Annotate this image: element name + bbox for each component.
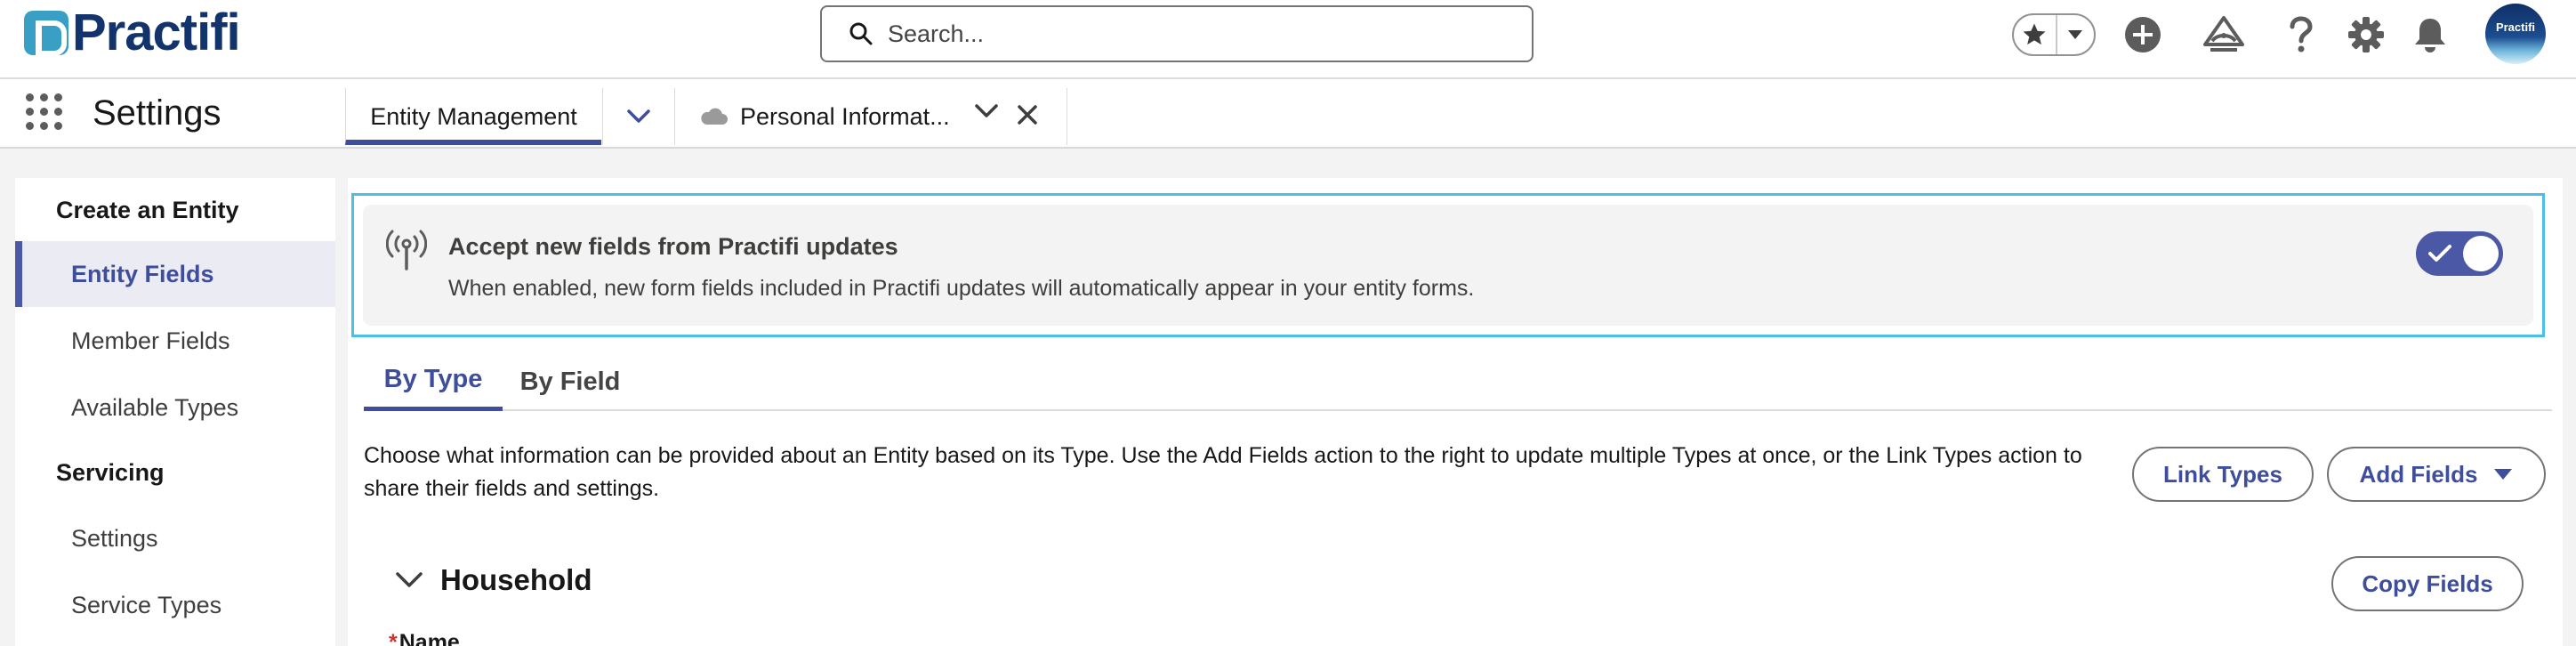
sidebar-item-settings[interactable]: Settings — [15, 505, 335, 571]
favorites-menu-button[interactable] — [2057, 15, 2094, 54]
sidebar-section-create-entity: Create an Entity — [56, 197, 239, 223]
bell-icon — [2415, 19, 2445, 52]
search-icon — [849, 22, 873, 45]
field-label-name: *Name — [389, 630, 460, 646]
help-button[interactable] — [2279, 12, 2323, 57]
update-banner-highlight: Accept new fields from Practifi updates … — [351, 193, 2545, 337]
sidebar-item-entity-fields[interactable]: Entity Fields — [15, 241, 335, 307]
tab-entity-management-menu[interactable] — [602, 88, 675, 145]
button-label: Copy Fields — [2362, 569, 2493, 597]
accept-updates-toggle[interactable] — [2416, 231, 2503, 276]
view-tabs: By Type By Field — [364, 352, 2552, 411]
search-input[interactable] — [888, 20, 1510, 48]
entity-fields-panel: Accept new fields from Practifi updates … — [348, 178, 2563, 646]
sidebar-section-servicing: Servicing — [56, 459, 165, 486]
app-launcher-icon[interactable] — [26, 93, 63, 131]
button-label: Add Fields — [2359, 460, 2478, 488]
tab-by-field[interactable]: By Field — [517, 352, 624, 411]
sidebar-item-label: Member Fields — [71, 327, 230, 354]
app-navigation-bar: Settings Entity Management Personal Info… — [0, 79, 2576, 149]
banner-subtitle: When enabled, new form fields included i… — [448, 276, 1475, 301]
chevron-down-icon — [2068, 30, 2083, 39]
sidebar-item-label: Service Types — [71, 591, 222, 618]
global-header: Practifi Search... Practifi — [0, 0, 2576, 79]
practifi-logo-mark — [24, 11, 68, 56]
settings-sidebar: Create an Entity Entity Fields Member Fi… — [15, 178, 335, 646]
sidebar-item-label: Available Types — [71, 393, 239, 421]
tab-entity-management[interactable]: Entity Management — [345, 88, 601, 145]
checkmark-icon — [2428, 245, 2451, 262]
sidebar-item-label: Entity Fields — [71, 260, 214, 287]
banner-title: Accept new fields from Practifi updates — [448, 233, 898, 260]
global-actions-button[interactable] — [2121, 12, 2165, 57]
star-icon — [2023, 23, 2046, 45]
chevron-down-icon[interactable] — [975, 104, 998, 118]
required-marker: * — [389, 630, 398, 646]
logo-text: Practifi — [72, 4, 241, 61]
favorites-group — [2012, 13, 2096, 56]
close-icon[interactable] — [1018, 105, 1037, 125]
accept-updates-banner: Accept new fields from Practifi updates … — [363, 205, 2533, 326]
cloud-icon — [701, 108, 728, 125]
chevron-down-icon — [627, 109, 650, 123]
tab-personal-information[interactable]: Personal Informat... — [676, 88, 1067, 145]
chevron-down-icon — [396, 572, 423, 587]
practifi-logo[interactable]: Practifi — [24, 4, 241, 61]
field-label-text: Name — [398, 630, 460, 646]
trailhead-icon — [2203, 16, 2244, 52]
help-icon — [2290, 16, 2313, 52]
broadcast-icon — [386, 230, 427, 271]
instructions-text: Choose what information can be provided … — [364, 443, 2082, 501]
global-search[interactable] — [820, 5, 1534, 62]
tab-label: Entity Management — [370, 102, 577, 130]
notifications-button[interactable] — [2408, 12, 2452, 57]
trailhead-button[interactable] — [2202, 12, 2246, 57]
gear-icon — [2348, 17, 2384, 52]
sidebar-item-service-types[interactable]: Service Types — [15, 572, 335, 638]
sidebar-item-available-types[interactable]: Available Types — [15, 375, 335, 440]
caret-down-icon — [2494, 469, 2513, 480]
tab-by-type[interactable]: By Type — [364, 352, 503, 411]
plus-icon — [2125, 17, 2161, 52]
favorites-button[interactable] — [2014, 15, 2057, 54]
sidebar-item-member-fields[interactable]: Member Fields — [15, 308, 335, 374]
button-label: Link Types — [2163, 460, 2282, 488]
user-avatar[interactable]: Practifi — [2485, 4, 2546, 64]
tab-label: Personal Informat... — [740, 102, 950, 130]
avatar-text: Practifi — [2495, 20, 2536, 34]
copy-fields-button[interactable]: Copy Fields — [2331, 556, 2524, 611]
toggle-knob — [2463, 236, 2499, 271]
add-fields-button[interactable]: Add Fields — [2327, 447, 2546, 502]
sidebar-item-label: Settings — [71, 524, 158, 552]
setup-button[interactable] — [2344, 12, 2388, 57]
link-types-button[interactable]: Link Types — [2132, 447, 2314, 502]
group-title: Household — [440, 563, 592, 596]
household-group-header[interactable]: Household — [396, 563, 592, 597]
app-name: Settings — [93, 93, 221, 133]
